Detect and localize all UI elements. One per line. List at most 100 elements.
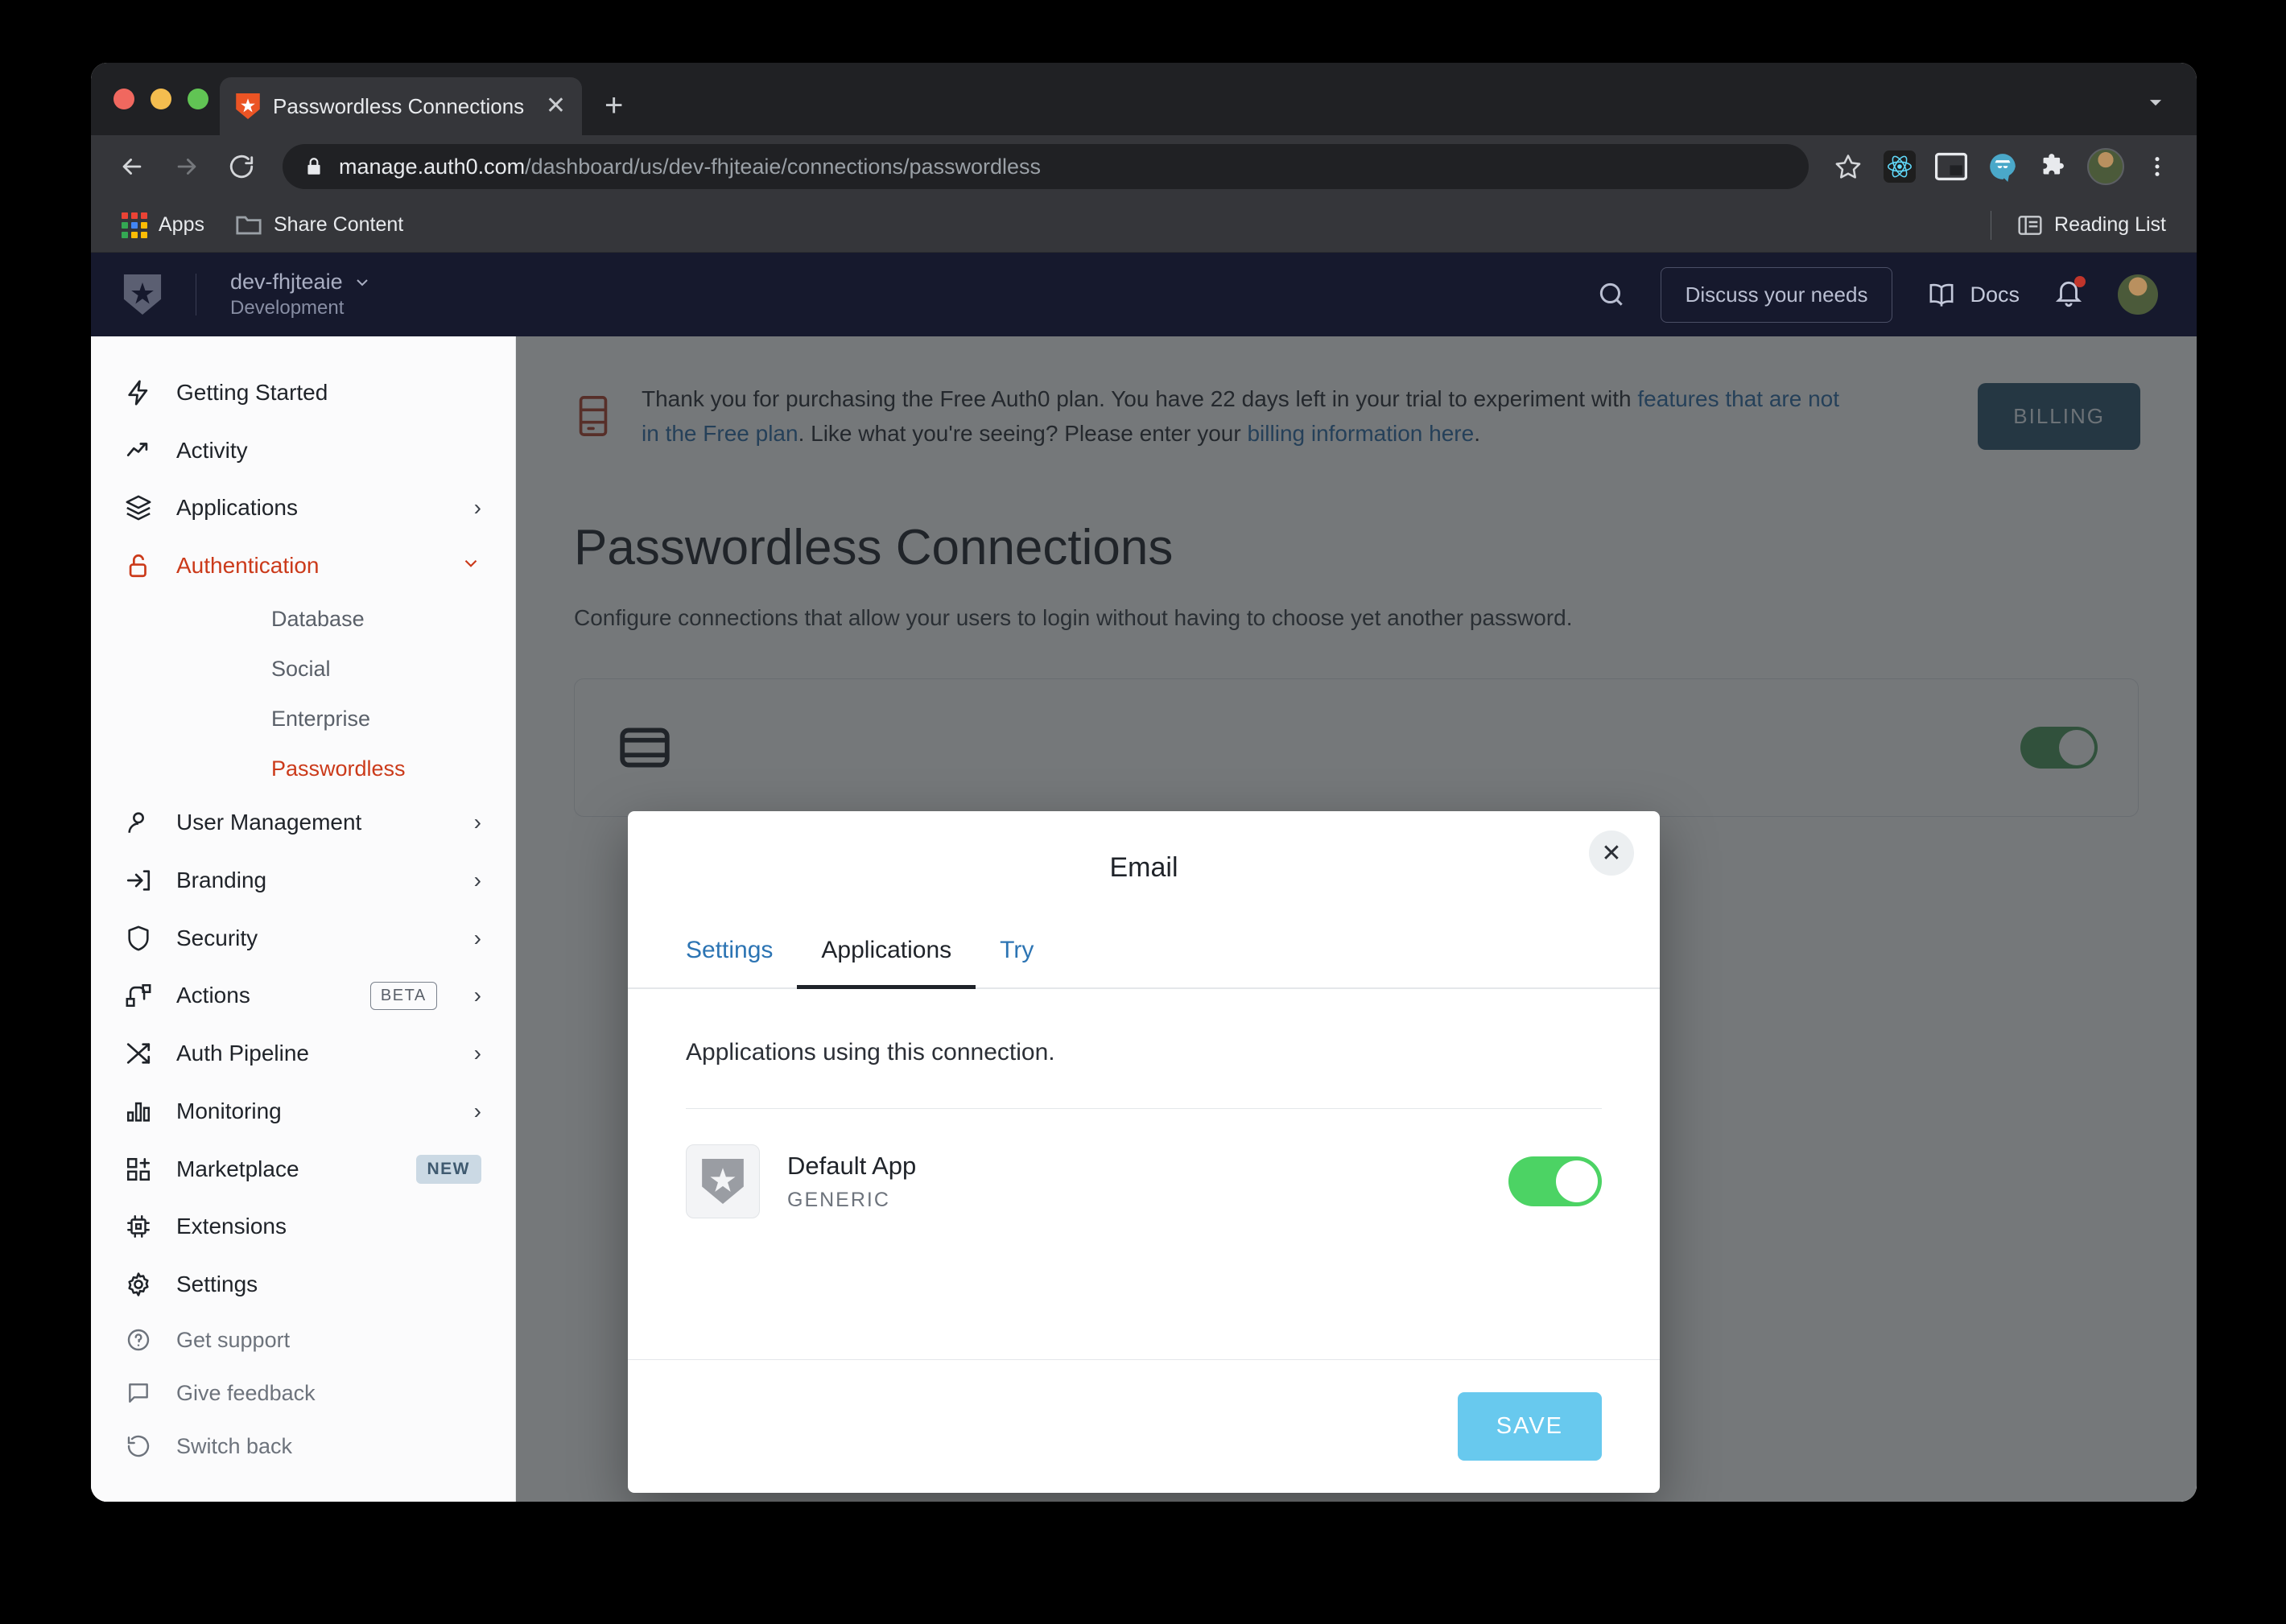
sidebar-item-label: Monitoring: [176, 1098, 282, 1123]
close-window-button[interactable]: [113, 89, 134, 109]
toggle-knob: [1556, 1160, 1598, 1202]
chevron-right-icon: ›: [473, 810, 481, 835]
address-bar-url: manage.auth0.com/dashboard/us/dev-fhjtea…: [339, 155, 1041, 179]
reload-button[interactable]: [218, 143, 265, 190]
auth0-logo-icon: [123, 274, 162, 315]
sidebar-item-get-support[interactable]: Get support: [91, 1313, 515, 1366]
minimize-window-button[interactable]: [151, 89, 171, 109]
sidebar-item-label: Security: [176, 925, 258, 950]
notification-dot: [2074, 275, 2086, 287]
user-icon: [123, 807, 154, 838]
sidebar-item-security[interactable]: Security ›: [91, 909, 515, 967]
grid-plus-icon: [123, 1154, 154, 1185]
browser-tab[interactable]: Passwordless Connections ✕: [220, 77, 582, 135]
bookmark-apps[interactable]: Apps: [112, 208, 214, 243]
modal-tabs: Settings Applications Try: [628, 924, 1660, 989]
chevron-right-icon: ›: [473, 1098, 481, 1123]
chrome-menu-icon[interactable]: [2135, 145, 2179, 188]
sidebar-subitem-label: Database: [271, 607, 365, 632]
maximize-window-button[interactable]: [188, 89, 208, 109]
picture-in-picture-icon[interactable]: [1929, 145, 1973, 188]
shuffle-icon: [123, 1038, 154, 1069]
sidebar-subitem-database[interactable]: Database: [91, 595, 515, 645]
tenant-selector[interactable]: dev-fhjteaie Development: [230, 269, 372, 320]
chevron-right-icon: ›: [473, 983, 481, 1008]
bookmark-star-icon[interactable]: [1826, 145, 1870, 188]
back-button[interactable]: [109, 143, 155, 190]
close-tab-button[interactable]: ✕: [546, 94, 566, 118]
sidebar-subitem-label: Social: [271, 657, 331, 682]
application-row: Default App GENERIC: [686, 1109, 1602, 1218]
window-controls: [113, 89, 208, 109]
beta-badge: BETA: [369, 981, 437, 1010]
sidebar-item-label: Switch back: [176, 1433, 293, 1458]
sidebar-item-applications[interactable]: Applications ›: [91, 480, 515, 538]
window-menu-caret-icon[interactable]: [2142, 89, 2169, 120]
sidebar-item-label: Give feedback: [176, 1380, 316, 1405]
user-avatar[interactable]: [2118, 274, 2158, 315]
docs-link[interactable]: Docs: [1926, 281, 2020, 308]
application-meta: Default App GENERIC: [787, 1152, 916, 1212]
save-button[interactable]: SAVE: [1457, 1392, 1602, 1461]
sidebar-item-label: Get support: [176, 1327, 291, 1352]
sidebar-item-user-management[interactable]: User Management ›: [91, 793, 515, 851]
modal-lead-text: Applications using this connection.: [686, 1039, 1055, 1065]
sidebar-item-label: Authentication: [176, 553, 320, 579]
search-icon[interactable]: [1596, 279, 1627, 310]
gear-icon: [123, 1269, 154, 1300]
new-tab-button[interactable]: +: [605, 88, 623, 124]
sidebar-item-branding[interactable]: Branding ›: [91, 851, 515, 909]
modal-title: Email: [1109, 851, 1178, 883]
react-devtools-icon[interactable]: [1878, 145, 1921, 188]
tab-settings[interactable]: Settings: [686, 924, 797, 989]
tab-applications[interactable]: Applications: [797, 924, 976, 989]
application-enabled-toggle[interactable]: [1508, 1156, 1602, 1206]
reading-list-button[interactable]: Reading List: [2007, 208, 2176, 242]
book-icon: [1930, 283, 1954, 307]
close-icon[interactable]: ✕: [1589, 831, 1634, 876]
auth0-logo-icon: [702, 1159, 744, 1204]
sidebar-item-settings[interactable]: Settings: [91, 1255, 515, 1313]
sidebar-item-monitoring[interactable]: Monitoring ›: [91, 1082, 515, 1140]
chevron-right-icon: ›: [473, 925, 481, 950]
modal-body: Applications using this connection. Defa…: [628, 989, 1660, 1314]
forward-button[interactable]: [163, 143, 210, 190]
chevron-right-icon: ›: [473, 495, 481, 521]
chat-bubble-icon: [123, 1378, 154, 1408]
undo-icon: [123, 1431, 154, 1461]
chevron-down-icon: [356, 279, 368, 286]
bookmarks-bar-right: Reading List: [1991, 208, 2176, 242]
modal-footer: SAVE: [628, 1359, 1660, 1493]
sidebar-item-getting-started[interactable]: Getting Started: [91, 364, 515, 422]
privacy-badger-icon[interactable]: [1981, 145, 2024, 188]
notifications-button[interactable]: [2053, 275, 2086, 312]
chip-icon: [123, 1211, 154, 1242]
sidebar-item-give-feedback[interactable]: Give feedback: [91, 1366, 515, 1420]
bookmark-share-content[interactable]: Share Content: [225, 208, 413, 242]
sidebar-subitem-social[interactable]: Social: [91, 645, 515, 695]
extensions-puzzle-icon[interactable]: [2032, 145, 2076, 188]
bar-chart-icon: [123, 1096, 154, 1127]
sidebar-item-switch-back[interactable]: Switch back: [91, 1420, 515, 1473]
email-connection-modal: Email ✕ Settings Applications Try Applic…: [628, 811, 1660, 1493]
tab-try[interactable]: Try: [976, 924, 1058, 989]
profile-avatar[interactable]: [2084, 145, 2127, 188]
lightning-icon: [123, 377, 154, 408]
sidebar-subitem-enterprise[interactable]: Enterprise: [91, 695, 515, 744]
sidebar-item-auth-pipeline[interactable]: Auth Pipeline ›: [91, 1024, 515, 1082]
browser-toolbar: manage.auth0.com/dashboard/us/dev-fhjtea…: [91, 135, 2197, 198]
address-bar[interactable]: manage.auth0.com/dashboard/us/dev-fhjtea…: [283, 144, 1809, 189]
bookmarks-bar: Apps Share Content Reading List: [91, 198, 2197, 253]
sidebar-item-actions[interactable]: Actions BETA ›: [91, 967, 515, 1024]
sidebar-subitem-passwordless[interactable]: Passwordless: [91, 744, 515, 793]
trend-up-icon: [123, 435, 154, 466]
sidebar-item-label: Extensions: [176, 1214, 287, 1239]
sidebar-item-authentication[interactable]: Authentication: [91, 537, 515, 595]
sidebar-item-activity[interactable]: Activity: [91, 422, 515, 480]
discuss-your-needs-button[interactable]: Discuss your needs: [1660, 266, 1893, 323]
sidebar-item-extensions[interactable]: Extensions: [91, 1197, 515, 1255]
sidebar-item-marketplace[interactable]: Marketplace NEW: [91, 1140, 515, 1198]
application-icon-tile: [686, 1144, 760, 1218]
auth0-dashboard: dev-fhjteaie Development Discuss your ne…: [91, 253, 2197, 1502]
chevron-right-icon: ›: [473, 867, 481, 892]
